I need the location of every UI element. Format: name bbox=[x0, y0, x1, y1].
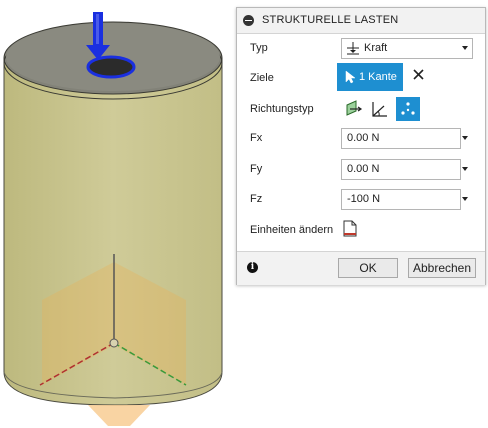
units-label: Einheiten ändern bbox=[250, 224, 334, 236]
force-icon bbox=[347, 42, 359, 55]
cursor-icon bbox=[345, 70, 355, 84]
fz-input[interactable]: -100 N bbox=[341, 189, 461, 210]
fy-input[interactable]: 0.00 N bbox=[341, 159, 461, 180]
richtungstyp-label: Richtungstyp bbox=[250, 103, 314, 115]
fz-label: Fz bbox=[250, 193, 263, 205]
fx-label: Fx bbox=[250, 132, 263, 144]
fx-chevron-down-icon[interactable] bbox=[462, 136, 468, 140]
collapse-icon[interactable] bbox=[243, 15, 254, 26]
fz-value: -100 N bbox=[347, 193, 381, 205]
targets-selection-label: 1 Kante bbox=[359, 71, 397, 83]
targets-selection-button[interactable]: 1 Kante bbox=[337, 63, 403, 91]
fy-value: 0.00 N bbox=[347, 163, 380, 175]
info-icon[interactable]: i bbox=[247, 262, 258, 273]
structural-loads-dialog: STRUKTURELLE LASTEN Typ Kraft Ziele 1 Ka… bbox=[236, 7, 486, 285]
angle-direction-icon bbox=[372, 102, 387, 117]
fy-label: Fy bbox=[250, 163, 263, 175]
normal-direction-button[interactable] bbox=[342, 97, 366, 121]
dialog-footer: i OK Abbrechen bbox=[237, 251, 485, 285]
normal-direction-icon bbox=[346, 100, 363, 116]
fz-chevron-down-icon[interactable] bbox=[462, 197, 468, 201]
selected-edge[interactable] bbox=[86, 55, 136, 79]
ok-button[interactable]: OK bbox=[338, 258, 398, 278]
typ-value: Kraft bbox=[364, 42, 388, 54]
typ-label: Typ bbox=[250, 42, 268, 54]
cancel-button[interactable]: Abbrechen bbox=[408, 258, 476, 278]
angle-direction-button[interactable] bbox=[368, 97, 392, 121]
dialog-title: STRUKTURELLE LASTEN bbox=[262, 14, 399, 26]
ziele-label: Ziele bbox=[250, 72, 274, 84]
typ-dropdown[interactable]: Kraft bbox=[341, 38, 473, 59]
close-icon[interactable] bbox=[413, 69, 424, 80]
dialog-header[interactable]: STRUKTURELLE LASTEN bbox=[237, 8, 485, 34]
fx-value: 0.00 N bbox=[347, 132, 380, 144]
fx-input[interactable]: 0.00 N bbox=[341, 128, 461, 149]
chevron-down-icon bbox=[462, 46, 468, 50]
bottom-glow bbox=[88, 405, 150, 426]
vector-components-icon bbox=[401, 102, 415, 115]
vector-components-button[interactable] bbox=[396, 97, 420, 121]
units-doc-icon[interactable] bbox=[343, 220, 357, 237]
cylinder-body[interactable] bbox=[3, 57, 223, 406]
fy-chevron-down-icon[interactable] bbox=[462, 167, 468, 171]
